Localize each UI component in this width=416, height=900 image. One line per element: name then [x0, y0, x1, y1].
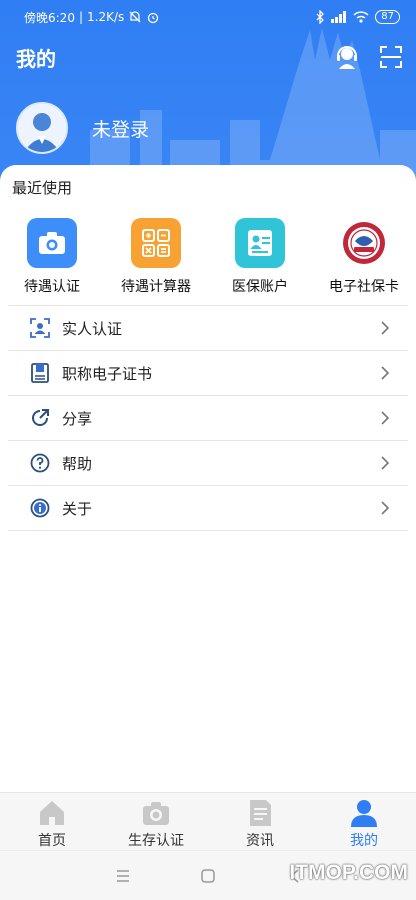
page-title: 我的 [16, 46, 56, 71]
info-icon [30, 498, 50, 518]
menu-item-real-person-auth[interactable]: 实人认证 [8, 306, 408, 351]
chevron-right-icon [380, 500, 390, 516]
menu-item-help[interactable]: 帮助 [8, 441, 408, 486]
shortcut-label: 电子社保卡 [329, 279, 399, 295]
menu-item-title-certificate[interactable]: 职称电子证书 [8, 351, 408, 396]
tab-label: 生存认证 [128, 833, 184, 849]
scan-icon[interactable] [378, 44, 404, 70]
menu-item-label: 分享 [62, 409, 93, 428]
recent-shortcuts: 待遇认证 待遇计算器 医保账户 电子社保卡 [0, 218, 416, 298]
bottom-tab-bar: 首页 生存认证 资讯 我的 [0, 792, 416, 850]
mute-bell-icon [129, 11, 141, 23]
battery-indicator: 87 [375, 10, 400, 24]
menu-item-share[interactable]: 分享 [8, 396, 408, 441]
help-icon [30, 453, 50, 473]
shortcut-benefit-calculator[interactable]: 待遇计算器 [104, 218, 208, 298]
user-icon [349, 798, 379, 828]
news-icon [245, 798, 275, 828]
menu-item-label: 关于 [62, 499, 93, 518]
tab-label: 首页 [38, 833, 66, 849]
id-card-icon [235, 218, 285, 268]
chevron-right-icon [380, 410, 390, 426]
tab-home[interactable]: 首页 [0, 793, 104, 850]
home-button-icon[interactable] [199, 867, 217, 885]
login-status[interactable]: 未登录 [92, 115, 149, 142]
share-icon [30, 408, 50, 428]
shortcut-benefit-certification[interactable]: 待遇认证 [0, 218, 104, 298]
menu-item-label: 实人认证 [62, 319, 123, 338]
certificate-icon [30, 363, 50, 383]
tab-mine[interactable]: 我的 [312, 793, 416, 850]
calculator-icon [131, 218, 181, 268]
social-security-card-icon [339, 218, 389, 268]
menu-item-label: 职称电子证书 [62, 364, 153, 383]
tab-label: 资讯 [246, 833, 274, 849]
status-bar: 傍晚6:20 | 1.2K/s 87 [0, 0, 416, 34]
recent-section-title: 最近使用 [12, 179, 73, 197]
alarm-icon [148, 12, 159, 24]
tab-survival-certification[interactable]: 生存认证 [104, 793, 208, 850]
menu-icon[interactable] [114, 867, 132, 885]
tab-news[interactable]: 资讯 [208, 793, 312, 850]
chevron-right-icon [380, 320, 390, 336]
wifi-icon [353, 11, 369, 23]
home-icon [37, 798, 67, 828]
shortcut-label: 待遇计算器 [121, 279, 191, 295]
face-scan-icon [30, 318, 50, 338]
signal-icon [331, 11, 347, 23]
shortcut-label: 待遇认证 [24, 279, 80, 295]
avatar[interactable] [16, 102, 68, 154]
shortcut-medical-account[interactable]: 医保账户 [208, 218, 312, 298]
content-card: 最近使用 待遇认证 待遇计算器 医保账户 电子社保卡 实人认证 职称电子证书 分… [0, 165, 416, 792]
tab-label: 我的 [350, 833, 378, 849]
settings-menu: 实人认证 职称电子证书 分享 帮助 关于 [8, 305, 408, 531]
shortcut-label: 医保账户 [232, 279, 288, 295]
customer-service-icon[interactable] [334, 44, 360, 70]
camera-icon [27, 218, 77, 268]
menu-item-about[interactable]: 关于 [8, 486, 408, 531]
status-time: 傍晚6:20 [24, 10, 75, 25]
watermark: ITMOP.COM [289, 861, 408, 884]
bluetooth-icon [316, 10, 325, 24]
chevron-right-icon [380, 455, 390, 471]
camera-icon [141, 798, 171, 828]
menu-item-label: 帮助 [62, 454, 93, 473]
network-speed: 1.2K/s [87, 10, 125, 24]
shortcut-social-security-card[interactable]: 电子社保卡 [312, 218, 416, 298]
chevron-right-icon [380, 365, 390, 381]
